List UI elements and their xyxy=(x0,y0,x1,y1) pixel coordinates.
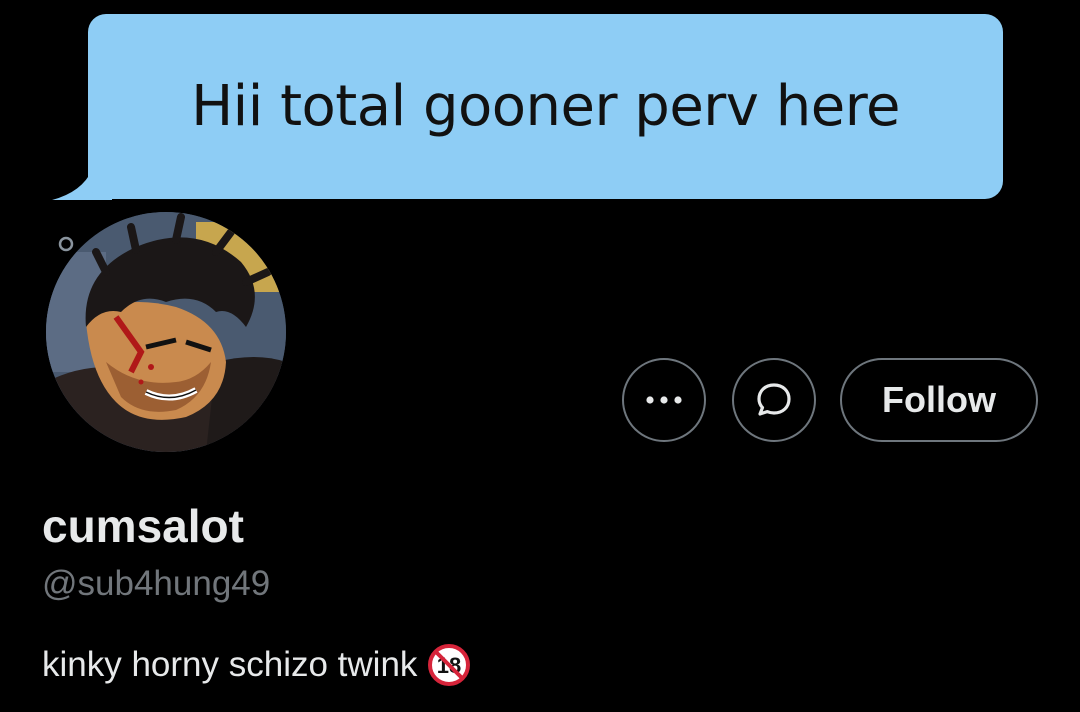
bio: kinky horny schizo twink 18 xyxy=(42,642,471,688)
follow-button[interactable]: Follow xyxy=(840,358,1038,442)
speech-bubble: Hii total gooner perv here xyxy=(88,14,1003,199)
avatar-image xyxy=(46,212,286,452)
message-bubble-icon xyxy=(757,383,791,416)
bio-text: kinky horny schizo twink xyxy=(42,645,418,684)
avatar[interactable] xyxy=(46,212,286,452)
more-options-button[interactable] xyxy=(622,358,706,442)
no-one-under-eighteen-icon: 18 xyxy=(428,644,471,686)
message-button[interactable] xyxy=(732,358,816,442)
user-handle: @sub4hung49 xyxy=(42,564,271,603)
speech-bubble-text: Hii total gooner perv here xyxy=(191,74,900,139)
more-dots-icon xyxy=(646,396,682,404)
display-name: cumsalot xyxy=(42,500,244,552)
